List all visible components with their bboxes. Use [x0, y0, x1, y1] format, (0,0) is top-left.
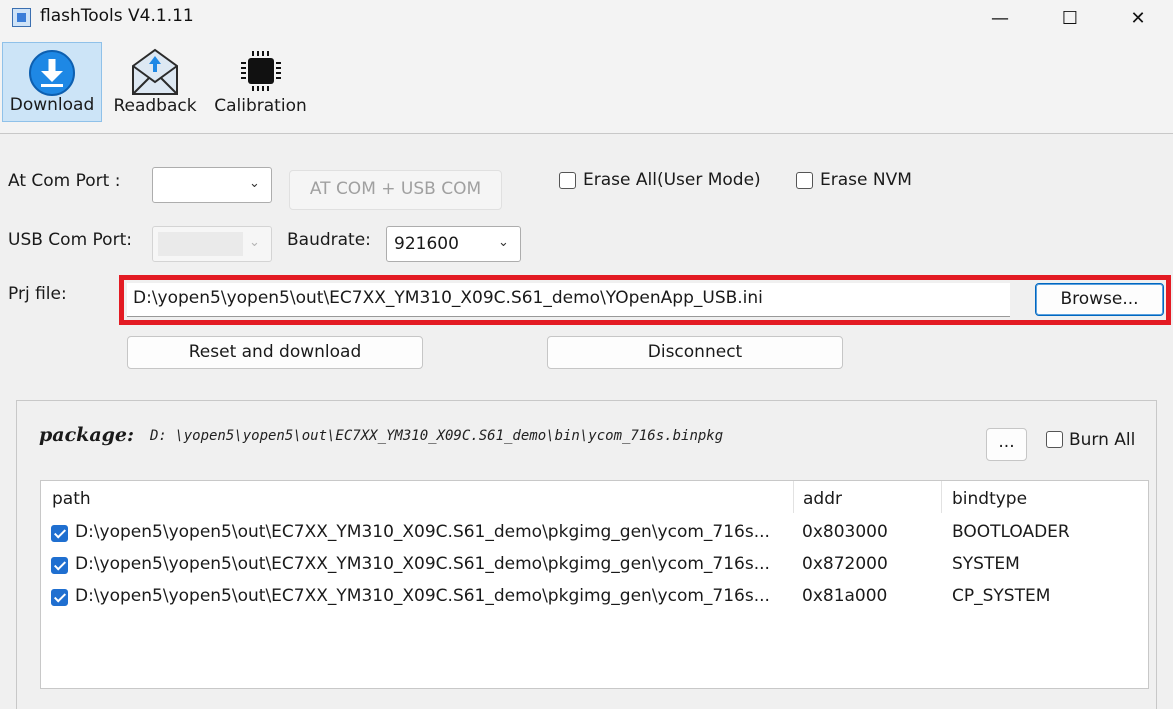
row-path: D:\yopen5\yopen5\out\EC7XX_YM310_X09C.S6…	[75, 586, 770, 606]
disconnect-button[interactable]: Disconnect	[547, 336, 843, 369]
tool-calibration-label: Calibration	[214, 96, 307, 116]
erase-nvm-checkbox[interactable]	[796, 172, 813, 189]
package-label: package:	[39, 424, 135, 446]
download-icon	[29, 50, 75, 96]
tool-download[interactable]: Download	[2, 42, 102, 122]
erase-all-label: Erase All(User Mode)	[583, 170, 761, 190]
table-row[interactable]: D:\yopen5\yopen5\out\EC7XX_YM310_X09C.S6…	[41, 549, 1148, 581]
browse-button[interactable]: Browse...	[1035, 283, 1164, 316]
column-header-addr[interactable]: addr	[803, 489, 842, 509]
baudrate-value: 921600	[394, 234, 459, 254]
row-checkbox[interactable]	[51, 557, 68, 574]
usb-com-port-select[interactable]: ⌄	[152, 226, 272, 262]
image-table: path addr bindtype D:\yopen5\yopen5\out\…	[40, 480, 1149, 689]
column-header-path[interactable]: path	[52, 489, 91, 509]
baudrate-label: Baudrate:	[287, 230, 371, 250]
package-path: D: \yopen5\yopen5\out\EC7XX_YM310_X09C.S…	[150, 428, 724, 444]
row-bindtype: BOOTLOADER	[952, 522, 1070, 542]
prj-file-input[interactable]: D:\yopen5\yopen5\out\EC7XX_YM310_X09C.S6…	[127, 283, 1010, 317]
chevron-down-icon: ⌄	[249, 176, 260, 191]
chevron-down-icon: ⌄	[498, 235, 509, 250]
baudrate-select[interactable]: 921600 ⌄	[386, 226, 521, 262]
row-checkbox[interactable]	[51, 589, 68, 606]
download-panel: At Com Port : ⌄ AT COM + USB COM Erase A…	[0, 134, 1173, 709]
burn-all-checkbox[interactable]	[1046, 431, 1063, 448]
row-bindtype: SYSTEM	[952, 554, 1020, 574]
tool-download-label: Download	[9, 95, 95, 115]
package-browse-button[interactable]: ...	[986, 428, 1027, 461]
tool-readback[interactable]: Readback	[107, 42, 203, 122]
readback-icon	[132, 48, 178, 95]
row-bindtype: CP_SYSTEM	[952, 586, 1051, 606]
tool-calibration[interactable]: Calibration	[208, 42, 313, 122]
tool-readback-label: Readback	[113, 96, 197, 116]
minimize-button[interactable]: —	[965, 0, 1035, 36]
row-path: D:\yopen5\yopen5\out\EC7XX_YM310_X09C.S6…	[75, 554, 770, 574]
table-row[interactable]: D:\yopen5\yopen5\out\EC7XX_YM310_X09C.S6…	[41, 581, 1148, 613]
chip-icon	[240, 51, 281, 91]
erase-all-checkbox[interactable]	[559, 172, 576, 189]
title-bar: flashTools V4.1.11 — ☐ ✕	[0, 0, 1173, 36]
row-addr: 0x872000	[802, 554, 888, 574]
reset-and-download-button[interactable]: Reset and download	[127, 336, 423, 369]
at-usb-com-button[interactable]: AT COM + USB COM	[289, 170, 502, 210]
close-button[interactable]: ✕	[1103, 0, 1173, 36]
prj-file-label: Prj file:	[8, 284, 67, 304]
at-com-port-select[interactable]: ⌄	[152, 167, 272, 203]
table-row[interactable]: D:\yopen5\yopen5\out\EC7XX_YM310_X09C.S6…	[41, 517, 1148, 549]
chevron-down-icon: ⌄	[249, 235, 260, 250]
maximize-button[interactable]: ☐	[1035, 0, 1105, 36]
at-com-port-label: At Com Port :	[8, 171, 121, 191]
row-addr: 0x803000	[802, 522, 888, 542]
erase-nvm-label: Erase NVM	[820, 170, 912, 190]
window-title: flashTools V4.1.11	[40, 6, 194, 26]
row-path: D:\yopen5\yopen5\out\EC7XX_YM310_X09C.S6…	[75, 522, 770, 542]
toolbar: Download Readback Calibration	[0, 36, 1173, 134]
row-checkbox[interactable]	[51, 525, 68, 542]
column-header-bindtype[interactable]: bindtype	[952, 489, 1027, 509]
app-icon	[12, 8, 31, 27]
burn-all-label: Burn All	[1069, 430, 1136, 450]
usb-com-port-label: USB Com Port:	[8, 230, 132, 250]
row-addr: 0x81a000	[802, 586, 888, 606]
